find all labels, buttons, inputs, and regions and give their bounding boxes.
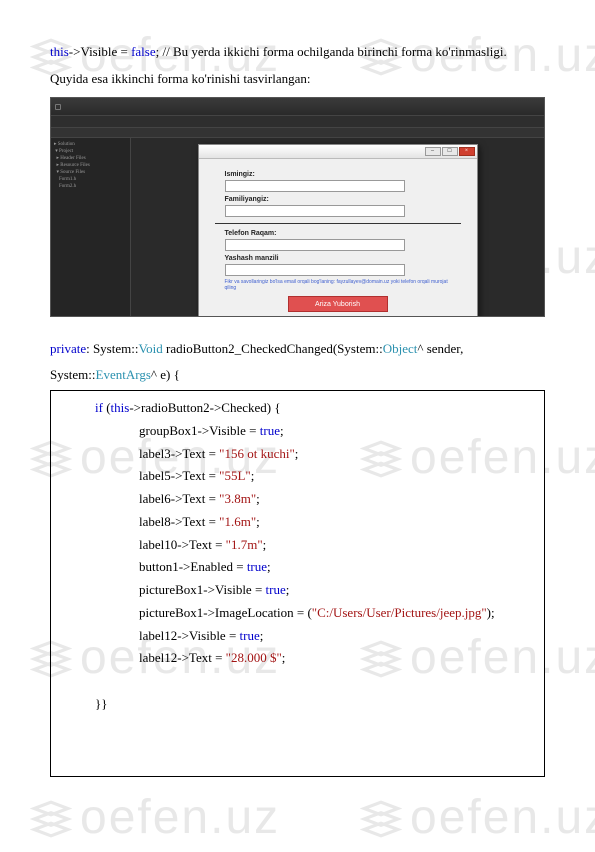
minimize-icon[interactable]: – xyxy=(425,147,441,156)
form-note: Fikr va savollaringiz bo'lsa email orqal… xyxy=(225,279,451,291)
code-line: if (this->radioButton2->Checked) { xyxy=(61,397,534,420)
ide-screenshot: ▸ Solution ▾ Project ▸ Header Files ▸ Re… xyxy=(50,97,545,317)
code-line: label12->Text = "28.000 $"; xyxy=(61,647,534,670)
ide-toolbar xyxy=(51,128,544,138)
code-line: label8->Text = "1.6m"; xyxy=(61,511,534,534)
code-line: label12->Visible = true; xyxy=(61,625,534,648)
watermark: oefen.uz xyxy=(360,790,595,845)
form-label-address: Yashash manzili xyxy=(225,255,451,262)
code-signature-line2: System::EventArgs^ e) { xyxy=(50,363,545,386)
intro-paragraph-2: Quyida esa ikkinchi forma ko'rinishi tas… xyxy=(50,67,545,92)
maximize-icon[interactable]: □ xyxy=(442,147,458,156)
code-line xyxy=(61,670,534,693)
form-label-surname: Familiyangiz: xyxy=(225,196,451,203)
code-line: }} xyxy=(61,693,534,716)
surname-input[interactable] xyxy=(225,205,405,217)
ide-solution-explorer: ▸ Solution ▾ Project ▸ Header Files ▸ Re… xyxy=(51,138,131,316)
address-input[interactable] xyxy=(225,264,405,276)
code-line: label5->Text = "55L"; xyxy=(61,465,534,488)
form-label-phone: Telefon Raqam: xyxy=(225,230,451,237)
ide-designer-canvas: – □ × Ismingiz: Familiyangiz: Telefon Ra… xyxy=(131,138,544,316)
code-line: label10->Text = "1.7m"; xyxy=(61,534,534,557)
form-titlebar: – □ × xyxy=(199,145,477,159)
code-line: pictureBox1->Visible = true; xyxy=(61,579,534,602)
close-icon[interactable]: × xyxy=(459,147,475,156)
keyword-false: false xyxy=(131,44,156,59)
ide-menubar xyxy=(51,116,544,128)
code-signature-line1: private: System::Void radioButton2_Check… xyxy=(50,337,545,360)
form-preview-window: – □ × Ismingiz: Familiyangiz: Telefon Ra… xyxy=(198,144,478,317)
window-control-icon xyxy=(55,104,61,110)
code-block: if (this->radioButton2->Checked) { group… xyxy=(50,390,545,777)
code-line: label6->Text = "3.8m"; xyxy=(61,488,534,511)
watermark: oefen.uz xyxy=(30,790,280,845)
code-line: label3->Text = "156 ot kuchi"; xyxy=(61,443,534,466)
ide-titlebar xyxy=(51,98,544,116)
code-line: button1->Enabled = true; xyxy=(61,556,534,579)
intro-paragraph-1: this->Visible = false; // Bu yerda ikkic… xyxy=(50,40,545,65)
code-line: groupBox1->Visible = true; xyxy=(61,420,534,443)
separator xyxy=(215,223,461,224)
keyword-this: this xyxy=(50,44,69,59)
name-input[interactable] xyxy=(225,180,405,192)
form-label-name: Ismingiz: xyxy=(225,171,451,178)
code-line: pictureBox1->ImageLocation = ("C:/Users/… xyxy=(61,602,534,625)
submit-button[interactable]: Ariza Yuborish xyxy=(288,296,388,312)
phone-input[interactable] xyxy=(225,239,405,251)
